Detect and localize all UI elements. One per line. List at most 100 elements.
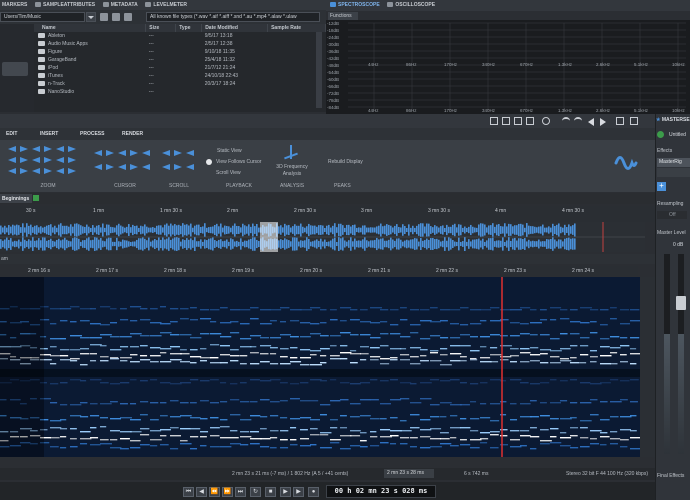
- preset-name[interactable]: Untitled: [669, 132, 686, 138]
- editor-tab-beginnings[interactable]: Beginnings: [0, 194, 32, 203]
- tab-spectroscope[interactable]: SPECTROSCOPE: [330, 2, 380, 8]
- spectrogram-harmonic: [270, 401, 280, 403]
- view-follows-option[interactable]: View Follows Cursor: [216, 159, 261, 165]
- loop-button[interactable]: ↻: [250, 487, 261, 497]
- waveform-peak: [412, 239, 414, 249]
- tab-markers[interactable]: MARKERS: [2, 2, 27, 8]
- ribbon-tab-insert[interactable]: INSERT: [40, 131, 58, 137]
- spectrogram-harmonic: [60, 436, 67, 438]
- spectrogram-harmonic: [70, 335, 82, 337]
- tab-sampleattributes[interactable]: SAMPLEATTRIBUTES: [34, 2, 95, 8]
- 3d-analysis-icon[interactable]: [284, 145, 298, 160]
- ribbon-tab-process[interactable]: PROCESS: [80, 131, 104, 137]
- scroll-view-option[interactable]: Scroll View: [216, 170, 241, 176]
- group-label-cursor: CURSOR: [114, 183, 136, 189]
- toolbar-icon[interactable]: [502, 117, 510, 125]
- static-view-option[interactable]: Static View: [217, 148, 242, 154]
- spectrogram-harmonic: [420, 398, 432, 400]
- rebuild-display-button[interactable]: Rebuild Display: [328, 159, 363, 165]
- path-dropdown-button[interactable]: [86, 12, 96, 22]
- tab-levelmeter[interactable]: LEVELMETER: [145, 2, 187, 8]
- fast-forward-button[interactable]: ⏩: [222, 487, 233, 497]
- spectrogram-harmonic: [260, 380, 272, 382]
- waveform-peak: [90, 240, 92, 248]
- master-fader-handle[interactable]: [676, 296, 686, 310]
- file-row[interactable]: iPod --- 21/7/12 21:24: [34, 64, 326, 72]
- tab-metadata[interactable]: METADATA: [102, 2, 138, 8]
- power-icon[interactable]: [657, 131, 664, 138]
- record-button[interactable]: ●: [308, 487, 319, 497]
- waveform-peak: [320, 238, 322, 250]
- col-date[interactable]: Date Modified: [201, 24, 269, 32]
- waveform-peak: [546, 227, 548, 233]
- file-row[interactable]: NanoStudio ---: [34, 88, 326, 96]
- resampling-toggle[interactable]: Off: [657, 211, 687, 219]
- spectrogram-harmonic: [150, 419, 159, 421]
- time-display[interactable]: 00 h 02 mn 23 s 028 ms: [326, 485, 436, 498]
- vertical-scrollbar[interactable]: [640, 277, 655, 457]
- stop-button[interactable]: ■: [265, 487, 276, 497]
- path-field[interactable]: Users/Tim/Music: [0, 12, 85, 22]
- arrow-right-icon[interactable]: [600, 118, 606, 126]
- toolbar-icon[interactable]: [490, 117, 498, 125]
- status-selection[interactable]: 2 mn 23 s 28 ms: [384, 469, 434, 478]
- file-row[interactable]: Figure --- 9/10/18 11:35: [34, 48, 326, 56]
- spectrogram-harmonic: [140, 428, 150, 430]
- history-icon[interactable]: [542, 117, 550, 125]
- waveform-peak: [220, 239, 222, 249]
- toolbar-icon[interactable]: [526, 117, 534, 125]
- toolbar-icon[interactable]: [616, 117, 624, 125]
- ribbon-tab-edit[interactable]: EDIT: [6, 131, 17, 137]
- file-row[interactable]: n-Track --- 20/3/17 18:24: [34, 80, 326, 88]
- effect-slot-masterrig[interactable]: MasterRig: [657, 158, 690, 167]
- overview-waveform[interactable]: [0, 222, 645, 252]
- waveform-peak: [246, 226, 248, 234]
- detail-ruler[interactable]: 2 mn 16 s 2 mn 17 s 2 mn 18 s 2 mn 19 s 2 mn…: [28, 266, 638, 276]
- overview-ruler[interactable]: 30 s 1 mn 1 mn 30 s 2 mn 2 mn 30 s 3 mn 3 mn 3…: [0, 206, 655, 222]
- previous-marker-button[interactable]: ◀: [196, 487, 207, 497]
- functions-menu[interactable]: Functions: [328, 12, 358, 20]
- play-selection-button[interactable]: ▶: [293, 487, 304, 497]
- folder-up-icon[interactable]: [112, 13, 120, 21]
- spectrogram-harmonic: [250, 443, 260, 445]
- col-samplerate[interactable]: Sample Rate: [267, 24, 326, 32]
- play-button[interactable]: ▶: [280, 487, 291, 497]
- redo-icon[interactable]: [574, 117, 582, 125]
- toolbar-icon[interactable]: [630, 117, 638, 125]
- tab-oscilloscope[interactable]: OSCILLOSCOPE: [387, 2, 435, 8]
- spectrogram-harmonic: [400, 443, 408, 445]
- waveform-peak: [230, 227, 232, 233]
- undo-icon[interactable]: [562, 117, 570, 125]
- toolbar-icon[interactable]: [514, 117, 522, 125]
- spectrogram-harmonic: [220, 446, 232, 448]
- next-marker-button[interactable]: ⏭: [235, 487, 246, 497]
- col-type[interactable]: Type: [175, 24, 203, 32]
- rewind-button[interactable]: ⏪: [209, 487, 220, 497]
- spectrogram-harmonic: [340, 427, 348, 429]
- new-folder-icon[interactable]: [124, 13, 132, 21]
- file-row[interactable]: Ableton --- 9/5/17 13:18: [34, 32, 326, 40]
- effect-slot-empty[interactable]: [657, 168, 690, 177]
- file-type-filter[interactable]: All known file types (*.wav *.aif *.aiff…: [146, 12, 320, 22]
- rewind-start-button[interactable]: ⏮: [183, 487, 194, 497]
- home-icon[interactable]: [100, 13, 108, 21]
- spectrogram-harmonic: [430, 428, 442, 430]
- col-size[interactable]: Size: [145, 24, 177, 32]
- col-name[interactable]: Name: [34, 24, 147, 32]
- file-row[interactable]: GarageBand --- 25/4/18 11:32: [34, 56, 326, 64]
- file-list-scrollbar[interactable]: [316, 32, 322, 108]
- waveform-peak: [252, 223, 254, 237]
- file-row[interactable]: Audio Music Apps --- 2/5/17 12:38: [34, 40, 326, 48]
- status-format: Stereo 32 bit F 44 100 Hz (320 kbps): [566, 471, 648, 477]
- 3d-analysis-button[interactable]: 3D Frequency Analysis: [272, 164, 312, 178]
- ribbon-tab-render[interactable]: RENDER: [122, 131, 143, 137]
- arrow-left-icon[interactable]: [588, 118, 594, 126]
- spectrogram-view[interactable]: [0, 277, 640, 457]
- waveform-peak: [158, 225, 160, 235]
- waveform-peak: [170, 223, 172, 237]
- view-follows-radio[interactable]: [206, 159, 212, 165]
- waveform-peak: [68, 240, 70, 248]
- file-row[interactable]: iTunes --- 24/10/18 22:43: [34, 72, 326, 80]
- add-effect-button[interactable]: +: [657, 182, 666, 191]
- spectrogram-harmonic: [470, 439, 482, 441]
